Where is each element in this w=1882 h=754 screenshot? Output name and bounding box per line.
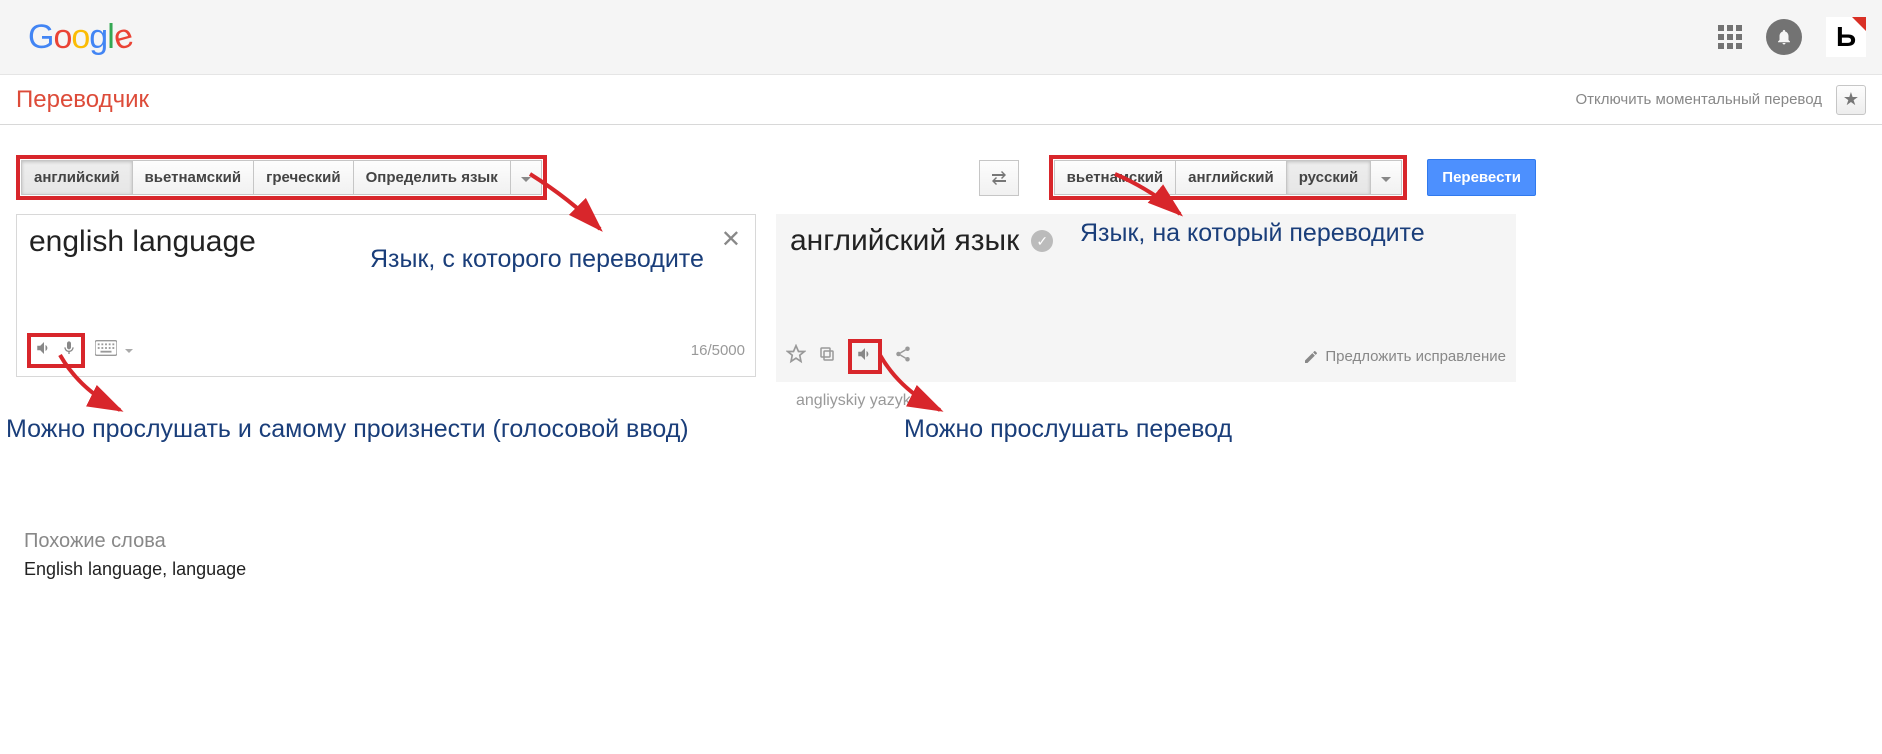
target-text: английский язык (790, 224, 1019, 258)
share-icon[interactable] (894, 345, 912, 368)
subheader-right: Отключить моментальный перевод ★ (1575, 85, 1866, 115)
similar-words[interactable]: English language, language (24, 559, 1866, 580)
chevron-down-icon (521, 177, 531, 182)
speaker-icon[interactable] (35, 339, 53, 362)
app-subheader: Переводчик Отключить моментальный перево… (0, 75, 1882, 125)
speaker-icon[interactable] (856, 345, 874, 368)
annotation-listen-speak: Можно прослушать и самому произнести (го… (6, 415, 689, 444)
source-lang-english[interactable]: английский (21, 160, 133, 195)
source-lang-dropdown[interactable] (510, 160, 542, 195)
source-lang-detect[interactable]: Определить язык (353, 160, 511, 195)
source-textarea[interactable]: english language ✕ (17, 215, 755, 325)
annotation-listen-translation: Можно прослушать перевод (904, 415, 1232, 444)
chevron-down-icon (1381, 177, 1391, 182)
suggest-edit-label: Предложить исправление (1325, 348, 1506, 365)
target-lang-dropdown[interactable] (1370, 160, 1402, 195)
source-footer: 16/5000 (17, 325, 755, 376)
header-right: Ь (1718, 17, 1866, 57)
source-panel: english language ✕ (16, 214, 756, 377)
target-lang-group: вьетнамский английский русский (1049, 155, 1408, 200)
google-logo: Google (28, 18, 132, 57)
instant-translate-toggle[interactable]: Отключить моментальный перевод (1575, 91, 1822, 108)
source-lang-greek[interactable]: греческий (253, 160, 354, 195)
swap-languages-button[interactable] (979, 160, 1019, 196)
target-panel: английский язык ✓ (776, 214, 1516, 382)
similar-title: Похожие слова (24, 530, 1866, 553)
source-text: english language (29, 225, 715, 259)
suggest-edit-link[interactable]: Предложить исправление (1303, 348, 1506, 365)
main-area: английский вьетнамский греческий Определ… (0, 125, 1882, 620)
target-footer: Предложить исправление (786, 339, 1506, 374)
user-avatar[interactable]: Ь (1826, 17, 1866, 57)
pencil-icon (1303, 349, 1319, 365)
source-lang-group: английский вьетнамский греческий Определ… (16, 155, 547, 200)
microphone-icon[interactable] (61, 339, 77, 362)
notifications-icon[interactable] (1766, 19, 1802, 55)
source-lang-vietnamese[interactable]: вьетнамский (132, 160, 255, 195)
keyboard-icon[interactable] (95, 340, 117, 361)
similar-words-block: Похожие слова English language, language (16, 530, 1866, 580)
language-row: английский вьетнамский греческий Определ… (16, 155, 1866, 200)
translate-panels: english language ✕ (16, 214, 1866, 382)
google-header: Google Ь (0, 0, 1882, 75)
star-icon[interactable] (786, 344, 806, 369)
app-title: Переводчик (16, 86, 149, 114)
chevron-down-icon[interactable] (125, 349, 133, 353)
target-tools (786, 339, 912, 374)
target-lang-english[interactable]: английский (1175, 160, 1287, 195)
source-tools (27, 333, 133, 368)
transliteration: angliyskiy yazyk (796, 392, 1866, 410)
translate-button[interactable]: Перевести (1427, 159, 1536, 196)
verified-icon: ✓ (1031, 230, 1053, 252)
target-lang-vietnamese[interactable]: вьетнамский (1054, 160, 1177, 195)
star-badge-icon[interactable]: ★ (1836, 85, 1866, 115)
apps-icon[interactable] (1718, 25, 1742, 49)
copy-icon[interactable] (818, 345, 836, 368)
clear-icon[interactable]: ✕ (721, 225, 741, 254)
target-lang-russian[interactable]: русский (1286, 160, 1372, 195)
audio-tools-box (27, 333, 85, 368)
target-audio-box (848, 339, 882, 374)
char-count: 16/5000 (691, 342, 745, 359)
